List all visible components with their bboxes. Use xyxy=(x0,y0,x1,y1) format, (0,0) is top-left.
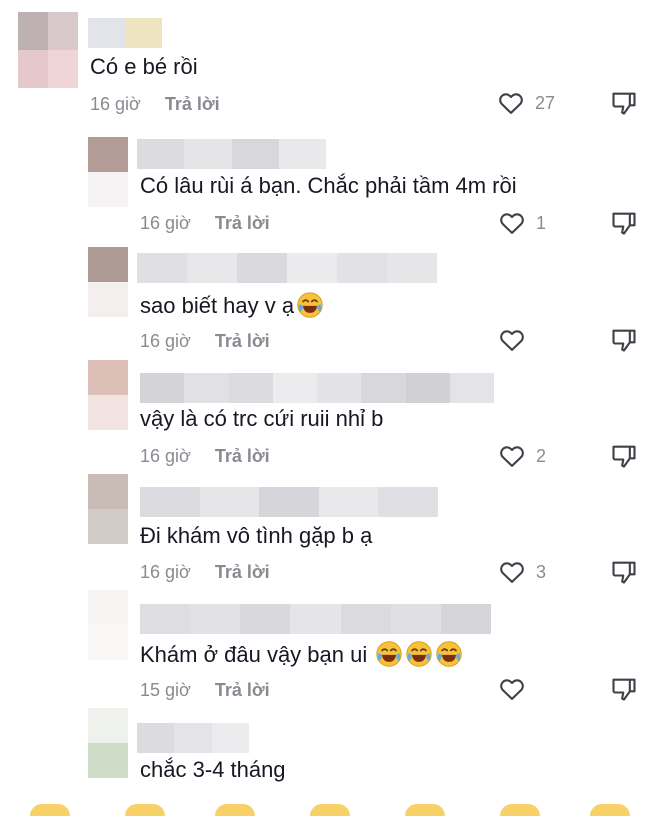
joy-emoji-icon xyxy=(436,641,462,667)
like-count: 3 xyxy=(536,561,547,582)
avatar[interactable] xyxy=(88,590,128,660)
like-button[interactable]: 1 xyxy=(498,209,558,237)
comment-meta: 16 giờ Trả lời xyxy=(90,92,220,116)
heart-outline-icon xyxy=(500,330,524,351)
comment-text: sao biết hay v ạ xyxy=(140,291,324,320)
comment-meta: 16 giờ Trả lời xyxy=(140,329,270,353)
thumbs-down-icon[interactable] xyxy=(610,558,638,586)
comment-meta: 16 giờ Trả lời xyxy=(140,444,270,468)
like-count: 2 xyxy=(536,445,547,466)
like-count: 27 xyxy=(535,92,556,113)
like-count: 1 xyxy=(536,212,547,233)
comment-item: vậy là có trc cứi ruii nhỉ b 16 giờ Trả … xyxy=(0,358,660,474)
username[interactable] xyxy=(88,18,162,48)
comment-time: 16 giờ xyxy=(90,93,141,114)
avatar[interactable] xyxy=(88,137,128,207)
like-button[interactable]: 2 xyxy=(498,442,558,470)
comment-time: 16 giờ xyxy=(140,561,191,582)
avatar[interactable] xyxy=(88,708,128,778)
joy-emoji-icon xyxy=(297,292,323,318)
heart-outline-icon xyxy=(500,446,524,467)
joy-emoji-icon xyxy=(406,641,432,667)
thumbs-down-icon[interactable] xyxy=(610,675,638,703)
thumbs-down-icon[interactable] xyxy=(610,326,638,354)
heart-outline-icon xyxy=(499,93,523,114)
comment-text: Có lâu rùi á bạn. Chắc phải tầm 4m rồi xyxy=(140,173,517,198)
heart-outline-icon xyxy=(500,562,524,583)
comment-meta: 16 giờ Trả lời xyxy=(140,211,270,235)
reply-button[interactable]: Trả lời xyxy=(165,94,220,115)
heart-outline-icon xyxy=(500,213,524,234)
comment-text: chắc 3-4 tháng xyxy=(140,757,286,782)
reply-button[interactable]: Trả lời xyxy=(215,331,270,352)
reply-button[interactable]: Trả lời xyxy=(215,213,270,234)
comment-text: vậy là có trc cứi ruii nhỉ b xyxy=(140,406,384,431)
avatar[interactable] xyxy=(88,360,128,430)
like-button[interactable] xyxy=(498,675,558,703)
username[interactable] xyxy=(137,723,249,753)
thumbs-down-icon[interactable] xyxy=(610,442,638,470)
like-button[interactable]: 3 xyxy=(498,558,558,586)
comment-text-content: Khám ở đâu vậy bạn ui xyxy=(140,642,368,667)
comment-item: chắc 3-4 tháng xyxy=(0,708,660,800)
thumbs-down-icon[interactable] xyxy=(610,89,638,117)
reply-button[interactable]: Trả lời xyxy=(215,680,270,701)
joy-emoji-icon xyxy=(376,641,402,667)
comment-item: Có e bé rồi 16 giờ Trả lời 27 xyxy=(0,0,660,125)
comment-text: Có e bé rồi xyxy=(90,54,198,79)
username[interactable] xyxy=(140,373,494,403)
like-button[interactable] xyxy=(498,326,558,354)
username[interactable] xyxy=(137,253,437,283)
reply-button[interactable]: Trả lời xyxy=(215,562,270,583)
comment-meta: 15 giờ Trả lời xyxy=(140,678,270,702)
comment-item: Khám ở đâu vậy bạn ui 15 giờ Trả lời xyxy=(0,590,660,708)
bottom-emoji-strip xyxy=(0,800,660,816)
comment-time: 16 giờ xyxy=(140,212,191,233)
comment-item: Có lâu rùi á bạn. Chắc phải tầm 4m rồi 1… xyxy=(0,125,660,241)
comment-meta: 16 giờ Trả lời xyxy=(140,560,270,584)
avatar[interactable] xyxy=(88,247,128,317)
like-button[interactable]: 27 xyxy=(497,89,557,117)
comment-item: Đi khám vô tình gặp b ạ 16 giờ Trả lời 3 xyxy=(0,474,660,590)
comment-time: 16 giờ xyxy=(140,445,191,466)
username[interactable] xyxy=(137,139,326,169)
username[interactable] xyxy=(140,604,491,634)
heart-outline-icon xyxy=(500,679,524,700)
comment-time: 16 giờ xyxy=(140,330,191,351)
avatar[interactable] xyxy=(88,474,128,544)
comment-text: Đi khám vô tình gặp b ạ xyxy=(140,523,373,548)
thumbs-down-icon[interactable] xyxy=(610,209,638,237)
reply-button[interactable]: Trả lời xyxy=(215,446,270,467)
username[interactable] xyxy=(140,487,438,517)
comment-text: Khám ở đâu vậy bạn ui xyxy=(140,640,463,669)
comment-time: 15 giờ xyxy=(140,679,191,700)
avatar[interactable] xyxy=(18,12,78,88)
comment-text-content: sao biết hay v ạ xyxy=(140,293,295,318)
comment-item: sao biết hay v ạ 16 giờ Trả lời xyxy=(0,241,660,358)
